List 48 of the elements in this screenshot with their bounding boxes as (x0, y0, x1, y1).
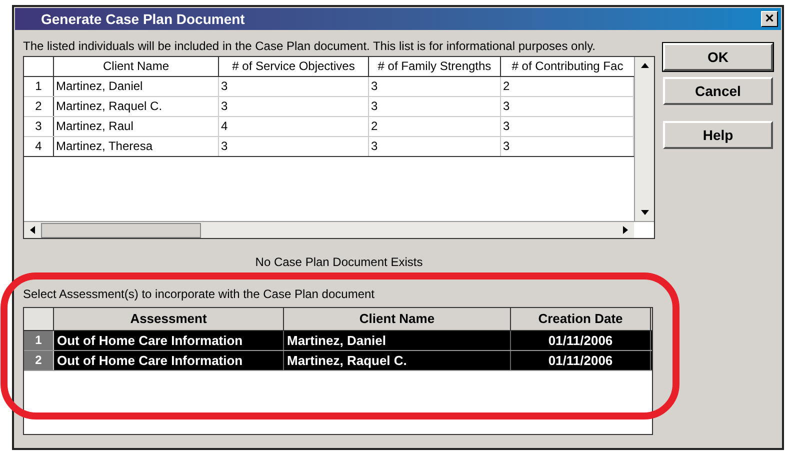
dialog-button[interactable]: Help (663, 121, 773, 149)
table-cell: 3 (219, 77, 369, 96)
table-cell: Martinez, Raquel C. (54, 97, 219, 116)
table-cell: 3 (219, 137, 369, 156)
column-header[interactable]: Assessment (54, 308, 284, 330)
table-cell: 2 (369, 117, 501, 136)
horizontal-scrollbar[interactable] (24, 222, 634, 238)
column-header[interactable]: # of Contributing Fac (501, 57, 634, 76)
table-cell: 3 (369, 77, 501, 96)
table-cell: Martinez, Raul (54, 117, 219, 136)
up-arrow-icon[interactable] (640, 63, 648, 68)
table-cell: Martinez, Daniel (284, 331, 511, 350)
left-arrow-icon[interactable] (30, 226, 35, 234)
column-header[interactable]: # of Family Strengths (369, 57, 501, 76)
table-cell: Martinez, Theresa (54, 137, 219, 156)
column-header[interactable]: Client Name (54, 57, 219, 76)
table-cell: Out of Home Care Information (54, 351, 284, 370)
assessment-row[interactable]: 2 Out of Home Care Information Martinez, Raquel C. 01/11/2006 (24, 351, 652, 371)
column-header[interactable]: # of Service Objectives (219, 57, 369, 76)
info-text: The listed individuals will be included in the Case Plan document. This list is for informational purposes only. (23, 39, 597, 53)
table-cell: 3 (369, 137, 501, 156)
dialog-button[interactable]: OK (663, 43, 773, 71)
table-cell: 3 (369, 97, 501, 116)
table-cell: Martinez, Daniel (54, 77, 219, 96)
select-text: Select Assessment(s) to incorporate with the Case Plan document (23, 286, 376, 303)
row-number: 1 (24, 77, 54, 96)
column-header[interactable]: Client Name (284, 308, 511, 330)
row-number: 3 (24, 117, 54, 136)
table-cell: Out of Home Care Information (54, 331, 284, 350)
table-cell: 4 (219, 117, 369, 136)
assessment-row[interactable]: 1 Out of Home Care Information Martinez, Daniel 01/11/2006 (24, 331, 652, 351)
scroll-thumb[interactable] (41, 222, 201, 238)
table-cell: 3 (219, 97, 369, 116)
table-cell: Martinez, Raquel C. (284, 351, 511, 370)
window-title: Generate Case Plan Document (41, 10, 245, 28)
row-number: 2 (24, 97, 54, 116)
column-header[interactable]: Creation Date (511, 308, 651, 330)
right-arrow-icon[interactable] (623, 226, 628, 234)
row-number: 4 (24, 137, 54, 156)
table-cell: 01/11/2006 (511, 351, 651, 370)
table-cell: 01/11/2006 (511, 331, 651, 350)
row-number: 1 (24, 331, 54, 350)
status-text: No Case Plan Document Exists (254, 254, 424, 271)
down-arrow-icon[interactable] (640, 210, 648, 215)
vertical-scrollbar[interactable] (634, 57, 654, 221)
dialog-button[interactable]: Cancel (663, 77, 773, 105)
close-button[interactable]: × (761, 11, 778, 27)
row-number: 2 (24, 351, 54, 370)
